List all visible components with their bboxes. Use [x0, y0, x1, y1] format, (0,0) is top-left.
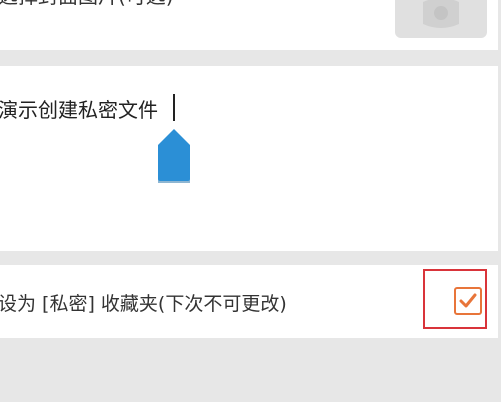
- image-placeholder-icon: [423, 0, 459, 28]
- private-option-label: 设为 [私密] 收藏夹(下次不可更改): [0, 293, 287, 315]
- text-caret: [173, 94, 175, 121]
- cover-image-label: 选择封面图片(可选): [0, 0, 174, 9]
- folder-name-input[interactable]: [0, 66, 490, 246]
- text-cursor-handle-icon[interactable]: [153, 125, 195, 185]
- cover-image-row[interactable]: 选择封面图片(可选): [0, 0, 498, 50]
- private-option-row[interactable]: 设为 [私密] 收藏夹(下次不可更改): [0, 265, 498, 338]
- checkmark-icon: [459, 293, 477, 308]
- private-checkbox[interactable]: [454, 287, 482, 315]
- folder-name-text: 演示创建私密文件: [0, 98, 158, 122]
- cover-image-thumbnail[interactable]: [395, 0, 487, 38]
- folder-name-area[interactable]: 演示创建私密文件: [0, 66, 498, 251]
